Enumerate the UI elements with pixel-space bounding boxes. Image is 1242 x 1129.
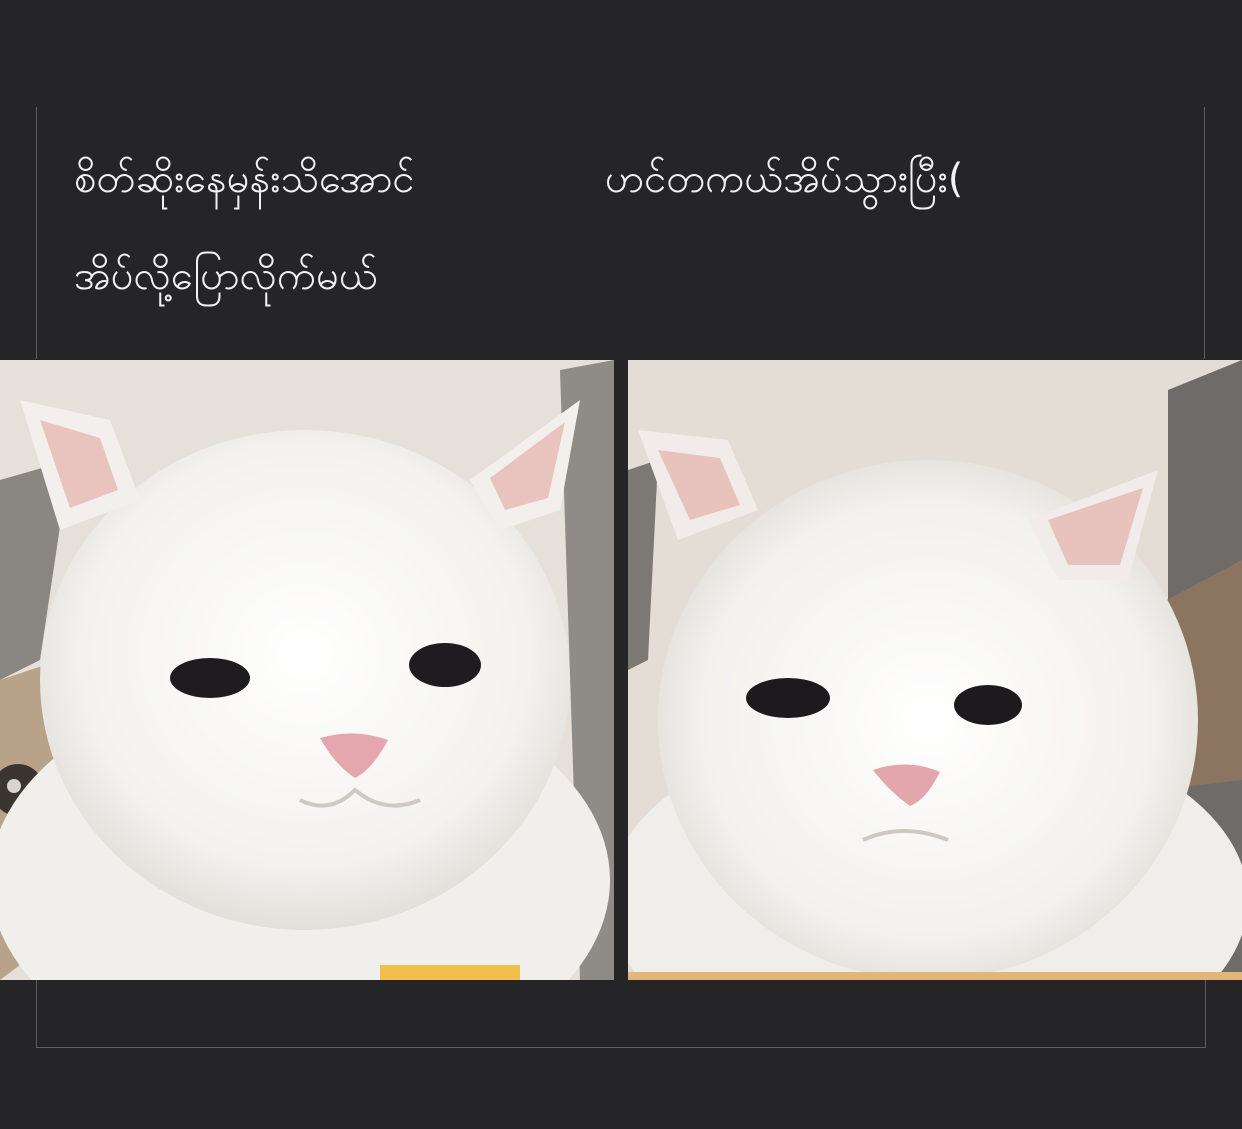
frame-right-line xyxy=(1204,107,1205,359)
cat-frowning-image xyxy=(628,360,1242,980)
cat-photo-left xyxy=(0,360,614,980)
caption-right-line-1: ဟင်တကယ်အိပ်သွားပြီး( xyxy=(605,156,964,202)
frame-bottom-bracket xyxy=(36,980,1206,1048)
frame-left-line xyxy=(36,107,37,359)
caption-left-line-1: စိတ်ဆိုးနေမှန်းသိအောင် xyxy=(74,156,415,202)
caption-left-line-2: အိပ်လို့ပြောလိုက်မယ် xyxy=(74,253,378,299)
cat-smiling-image xyxy=(0,360,614,980)
cat-photo-right xyxy=(628,360,1242,980)
